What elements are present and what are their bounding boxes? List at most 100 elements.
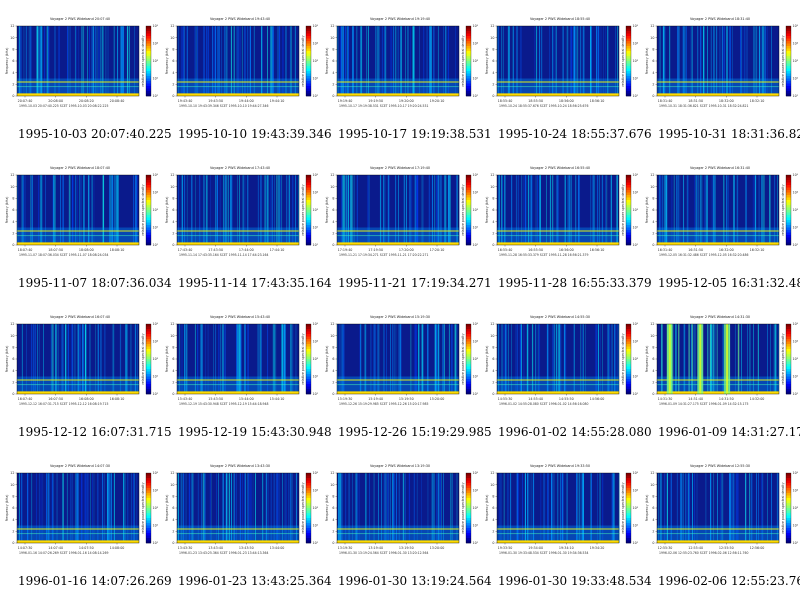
colorbar xyxy=(305,323,312,395)
spectrogram-plot: Voyager 2 PWS Wideband 14:55:30 0 2 4 6 8 10 12… xyxy=(485,315,639,406)
y-tick-label: 4 xyxy=(172,518,174,522)
colorbar-tick-label: 10⁴ xyxy=(633,340,639,344)
x-tick-label: 18:55:50 xyxy=(528,99,543,103)
y-tick-label: 6 xyxy=(12,506,14,510)
y-tick-label: 6 xyxy=(12,208,14,212)
spectrogram-image xyxy=(497,324,619,395)
y-tick-label: 10 xyxy=(650,483,654,487)
scet-range: 1996-01-23 13:43:25.364 SCET 1996-01-23 … xyxy=(179,551,268,555)
y-tick-label: 8 xyxy=(652,47,654,51)
colorbar-tick-label: 10⁴ xyxy=(313,340,319,344)
x-tick-label: 15:43:50 xyxy=(208,397,223,401)
x-tick-label: 17:19:40 xyxy=(338,248,353,252)
y-tick-label: 10 xyxy=(170,483,174,487)
spectrogram-plot: Voyager 2 PWS Wideband 18:07:40 0 2 4 6 8 10 12… xyxy=(5,166,159,257)
colorbar-tick-label: 10¹ xyxy=(153,94,159,98)
x-tick-label: 13:43:40 xyxy=(208,546,223,550)
x-tick-label: 16:08:10 xyxy=(110,397,125,401)
y-tick-label: 0 xyxy=(332,94,334,98)
x-tick-label: 16:55:50 xyxy=(528,248,543,252)
y-tick-label: 8 xyxy=(652,196,654,200)
x-tick-label: 16:56:10 xyxy=(590,248,605,252)
plot-title: Voyager 2 PWS Wideband 17:19:40 xyxy=(370,166,430,170)
spectrogram-image xyxy=(657,26,779,97)
y-tick-label: 12 xyxy=(490,173,494,177)
y-tick-label: 12 xyxy=(170,322,174,326)
spectrogram-plot: Voyager 2 PWS Wideband 14:31:30 0 2 4 6 8 10 12… xyxy=(645,315,799,406)
y-tick-label: 4 xyxy=(652,220,654,224)
y-tick-label: 0 xyxy=(172,243,174,247)
colorbar-tick-label: 10² xyxy=(153,77,159,81)
y-axis-label: Frequency (kHz) xyxy=(5,197,9,224)
scet-range: 1995-10-10 19:43:39.346 SCET 1995-10-10 … xyxy=(179,104,268,108)
x-tick-label: 14:31:40 xyxy=(688,397,703,401)
colorbar xyxy=(625,472,632,544)
x-tick-label: 18:08:10 xyxy=(110,248,125,252)
y-tick-label: 2 xyxy=(12,82,14,86)
spectrogram-panel: Voyager 2 PWS Wideband 16:31:40 0 2 4 6 8 10 12… xyxy=(640,149,800,298)
colorbar-tick-label: 10⁵ xyxy=(633,322,639,326)
plot-title: Voyager 2 PWS Wideband 14:31:30 xyxy=(690,315,750,319)
colorbar-tick-label: 10¹ xyxy=(793,541,799,545)
colorbar xyxy=(785,25,792,97)
y-tick-label: 0 xyxy=(492,541,494,545)
scet-range: 1996-01-09 14:31:27.175 SCET 1996-01-09 … xyxy=(659,402,748,406)
spectrogram-image xyxy=(657,324,779,395)
x-tick-label: 16:07:50 xyxy=(48,397,63,401)
y-tick-label: 6 xyxy=(652,59,654,63)
y-tick-label: 4 xyxy=(332,220,334,224)
y-tick-label: 12 xyxy=(330,24,334,28)
y-tick-label: 12 xyxy=(490,471,494,475)
spectrogram-plot: Voyager 2 PWS Wideband 19:19:40 0 2 4 6 8 10 12… xyxy=(325,17,479,108)
colorbar-tick-label: 10⁵ xyxy=(793,173,799,177)
colorbar-tick-label: 10⁴ xyxy=(633,489,639,493)
y-tick-label: 0 xyxy=(12,94,14,98)
y-axis-label: Frequency (kHz) xyxy=(5,346,9,373)
spectrogram-panel: Voyager 2 PWS Wideband 17:19:40 0 2 4 6 8 10 12… xyxy=(320,149,492,298)
spectrogram-plot: Voyager 2 PWS Wideband 13:19:30 0 2 4 6 8 10 12… xyxy=(325,464,479,555)
colorbar-tick-label: 10³ xyxy=(313,506,319,510)
y-axis-label: Frequency (kHz) xyxy=(165,197,169,224)
y-tick-label: 6 xyxy=(172,59,174,63)
colorbar-tick-label: 10¹ xyxy=(633,243,639,247)
x-tick-label: 18:32:10 xyxy=(750,99,765,103)
spectrogram-image xyxy=(497,175,619,246)
y-tick-label: 12 xyxy=(650,471,654,475)
panel-caption: 1996-01-09 14:31:27.175 xyxy=(658,425,800,439)
colorbar xyxy=(785,472,792,544)
plot-title: Voyager 2 PWS Wideband 19:33:50 xyxy=(530,464,590,468)
spectrogram-image xyxy=(177,473,299,544)
panel-caption: 1995-11-21 17:19:34.271 xyxy=(338,276,492,290)
colorbar-tick-label: 10⁵ xyxy=(473,322,479,326)
colorbar-tick-label: 10³ xyxy=(793,506,799,510)
colorbar-tick-label: 10⁴ xyxy=(153,340,159,344)
spectrogram-panel: Voyager 2 PWS Wideband 15:43:40 0 2 4 6 8 10 12… xyxy=(160,298,332,447)
x-tick-label: 17:20:10 xyxy=(430,248,445,252)
y-tick-label: 4 xyxy=(172,369,174,373)
spectrogram-thumbnail-grid: Voyager 2 PWS Wideband 20:07:40 0 2 4 6 8 10 12… xyxy=(0,0,800,596)
y-axis-label: Frequency (kHz) xyxy=(165,495,169,522)
y-tick-label: 8 xyxy=(12,494,14,498)
x-tick-label: 16:56:00 xyxy=(559,248,574,252)
spectrogram-panel: Voyager 2 PWS Wideband 13:43:30 0 2 4 6 8 10 12… xyxy=(160,447,332,596)
y-tick-label: 2 xyxy=(652,380,654,384)
spectrogram-panel: Voyager 2 PWS Wideband 16:55:40 0 2 4 6 8 10 12… xyxy=(480,149,652,298)
x-tick-label: 15:20:00 xyxy=(430,397,445,401)
colorbar-tick-label: 10¹ xyxy=(473,541,479,545)
colorbar-tick-label: 10³ xyxy=(153,357,159,361)
colorbar-tick-label: 10¹ xyxy=(153,243,159,247)
y-tick-label: 8 xyxy=(492,345,494,349)
y-tick-label: 12 xyxy=(330,322,334,326)
x-tick-label: 19:20:10 xyxy=(430,99,445,103)
colorbar-tick-label: 10⁴ xyxy=(153,42,159,46)
x-tick-label: 17:43:50 xyxy=(208,248,223,252)
y-axis-label: Frequency (kHz) xyxy=(645,197,649,224)
colorbar-tick-label: 10⁵ xyxy=(793,322,799,326)
y-axis-label: Frequency (kHz) xyxy=(325,495,329,522)
y-tick-label: 0 xyxy=(492,243,494,247)
y-axis-label: Frequency (kHz) xyxy=(325,197,329,224)
colorbar-tick-label: 10³ xyxy=(153,506,159,510)
y-tick-label: 10 xyxy=(330,334,334,338)
y-tick-label: 2 xyxy=(12,529,14,533)
colorbar-tick-label: 10² xyxy=(633,226,639,230)
